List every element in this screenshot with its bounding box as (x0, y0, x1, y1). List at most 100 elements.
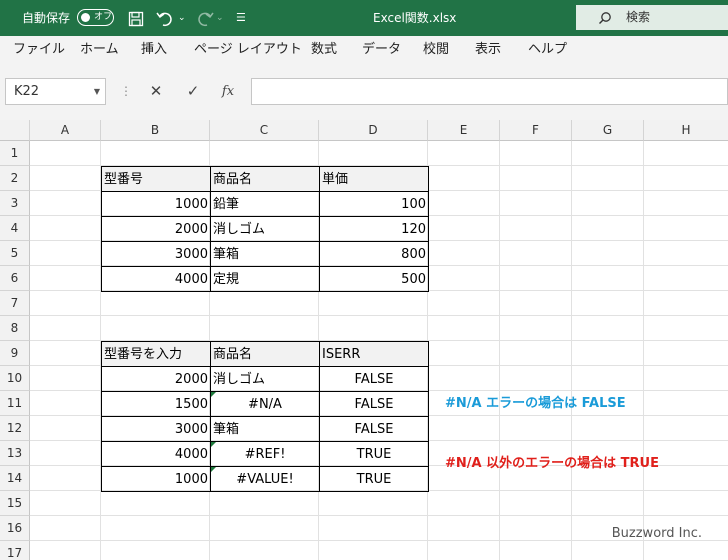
row-header-7[interactable]: 7 (0, 291, 30, 316)
table2-cell-input[interactable]: 2000 (101, 366, 211, 392)
undo-icon[interactable] (156, 0, 174, 36)
row-header-15[interactable]: 15 (0, 491, 30, 516)
name-box-value: K22 (14, 84, 40, 99)
table1-cell-price[interactable]: 100 (319, 191, 429, 217)
table1-cell-price[interactable]: 500 (319, 266, 429, 292)
table2-cell-input[interactable]: 4000 (101, 441, 211, 467)
search-box[interactable]: 検索 (576, 5, 728, 30)
row-header-5[interactable]: 5 (0, 241, 30, 266)
gridline (30, 315, 728, 316)
column-header-e[interactable]: E (428, 120, 500, 141)
toggle-knob (81, 12, 90, 22)
menu-view[interactable]: 表示 (475, 36, 501, 64)
table2-cell-product-error[interactable]: #VALUE! (210, 466, 320, 492)
row-header-13[interactable]: 13 (0, 441, 30, 466)
table2-header-product[interactable]: 商品名 (210, 341, 320, 367)
row-header-9[interactable]: 9 (0, 341, 30, 366)
splitter-handle-icon[interactable]: ⋮ (120, 78, 132, 105)
column-header-h[interactable]: H (644, 120, 728, 141)
table2-cell-iserr[interactable]: FALSE (319, 416, 429, 442)
cancel-icon[interactable]: ✕ (144, 78, 168, 105)
note-na-false: #N/A エラーの場合は FALSE (445, 396, 626, 411)
insert-function-icon[interactable]: fx (216, 78, 240, 105)
row-header-3[interactable]: 3 (0, 191, 30, 216)
search-label: 検索 (626, 10, 651, 24)
row-header-11[interactable]: 11 (0, 391, 30, 416)
table2-cell-input[interactable]: 3000 (101, 416, 211, 442)
row-header-12[interactable]: 12 (0, 416, 30, 441)
autosave-label: 自動保存 (22, 11, 71, 25)
menu-home[interactable]: ホーム (80, 36, 119, 64)
autosave-toggle[interactable]: オフ (77, 9, 114, 26)
menu-file[interactable]: ファイル (13, 36, 65, 64)
table2-header-input[interactable]: 型番号を入力 (101, 341, 211, 367)
row-header-10[interactable]: 10 (0, 366, 30, 391)
table1-cell-model[interactable]: 2000 (101, 216, 211, 242)
table2-cell-product[interactable]: 消しゴム (210, 366, 320, 392)
name-box[interactable]: K22 ▼ (5, 78, 106, 105)
column-header-f[interactable]: F (500, 120, 572, 141)
table2-cell-input[interactable]: 1000 (101, 466, 211, 492)
menu-review[interactable]: 校閲 (423, 36, 449, 64)
table1-cell-product[interactable]: 消しゴム (210, 216, 320, 242)
table1-cell-model[interactable]: 1000 (101, 191, 211, 217)
row-header-4[interactable]: 4 (0, 216, 30, 241)
table1-header-price[interactable]: 単価 (319, 166, 429, 192)
error-value: #N/A (248, 397, 282, 412)
spreadsheet-grid: A B C D E F G H 1 2 3 4 5 6 7 8 9 10 11 … (0, 120, 728, 560)
row-header-14[interactable]: 14 (0, 466, 30, 491)
gridline (643, 141, 644, 560)
table2-cell-product-error[interactable]: #REF! (210, 441, 320, 467)
gridline (499, 141, 500, 560)
table1-cell-price[interactable]: 800 (319, 241, 429, 267)
column-header-c[interactable]: C (210, 120, 319, 141)
menu-page-layout[interactable]: ページ レイアウト (194, 36, 302, 64)
undo-dropdown-icon[interactable]: ⌄ (178, 0, 186, 36)
redo-icon[interactable] (196, 0, 214, 36)
table2-cell-product-error[interactable]: #N/A (210, 391, 320, 417)
table2-cell-input[interactable]: 1500 (101, 391, 211, 417)
customize-toolbar-icon[interactable]: ☰ (236, 0, 246, 36)
table1-cell-product[interactable]: 鉛筆 (210, 191, 320, 217)
row-header-16[interactable]: 16 (0, 516, 30, 541)
save-icon[interactable] (128, 0, 144, 36)
table2-cell-product[interactable]: 筆箱 (210, 416, 320, 442)
table1-header-model[interactable]: 型番号 (101, 166, 211, 192)
menu-insert[interactable]: 挿入 (141, 36, 167, 64)
table1-cell-model[interactable]: 3000 (101, 241, 211, 267)
column-header-a[interactable]: A (30, 120, 101, 141)
table1-cell-model[interactable]: 4000 (101, 266, 211, 292)
name-box-dropdown-icon[interactable]: ▼ (94, 79, 100, 104)
table1-cell-product[interactable]: 定規 (210, 266, 320, 292)
table2-cell-iserr[interactable]: TRUE (319, 441, 429, 467)
watermark: Buzzword Inc. (611, 526, 702, 541)
column-header-b[interactable]: B (101, 120, 210, 141)
error-indicator-icon (211, 442, 216, 447)
row-header-17[interactable]: 17 (0, 541, 30, 560)
row-header-2[interactable]: 2 (0, 166, 30, 191)
column-header-d[interactable]: D (319, 120, 428, 141)
table2-cell-iserr[interactable]: TRUE (319, 466, 429, 492)
table2-cell-iserr[interactable]: FALSE (319, 366, 429, 392)
error-indicator-icon (211, 392, 216, 397)
enter-check-icon[interactable]: ✓ (181, 78, 205, 105)
menu-help[interactable]: ヘルプ (528, 36, 567, 64)
formula-input[interactable] (251, 78, 728, 105)
table1-cell-product[interactable]: 筆箱 (210, 241, 320, 267)
table2-cell-iserr[interactable]: FALSE (319, 391, 429, 417)
redo-dropdown-icon[interactable]: ⌄ (216, 0, 224, 36)
menu-formulas[interactable]: 数式 (311, 36, 337, 64)
file-name: Excel関数.xlsx (373, 11, 457, 25)
table1-cell-price[interactable]: 120 (319, 216, 429, 242)
row-header-8[interactable]: 8 (0, 316, 30, 341)
select-all-corner[interactable] (0, 120, 30, 141)
search-icon (598, 10, 612, 29)
column-header-g[interactable]: G (572, 120, 644, 141)
menu-data[interactable]: データ (362, 36, 401, 64)
error-value: #REF! (244, 447, 286, 462)
row-header-6[interactable]: 6 (0, 266, 30, 291)
row-header-1[interactable]: 1 (0, 141, 30, 166)
table1-header-product[interactable]: 商品名 (210, 166, 320, 192)
menu-bar: ファイル ホーム 挿入 ページ レイアウト 数式 データ 校閲 表示 ヘルプ (0, 36, 728, 64)
table2-header-iserr[interactable]: ISERR (319, 341, 429, 367)
